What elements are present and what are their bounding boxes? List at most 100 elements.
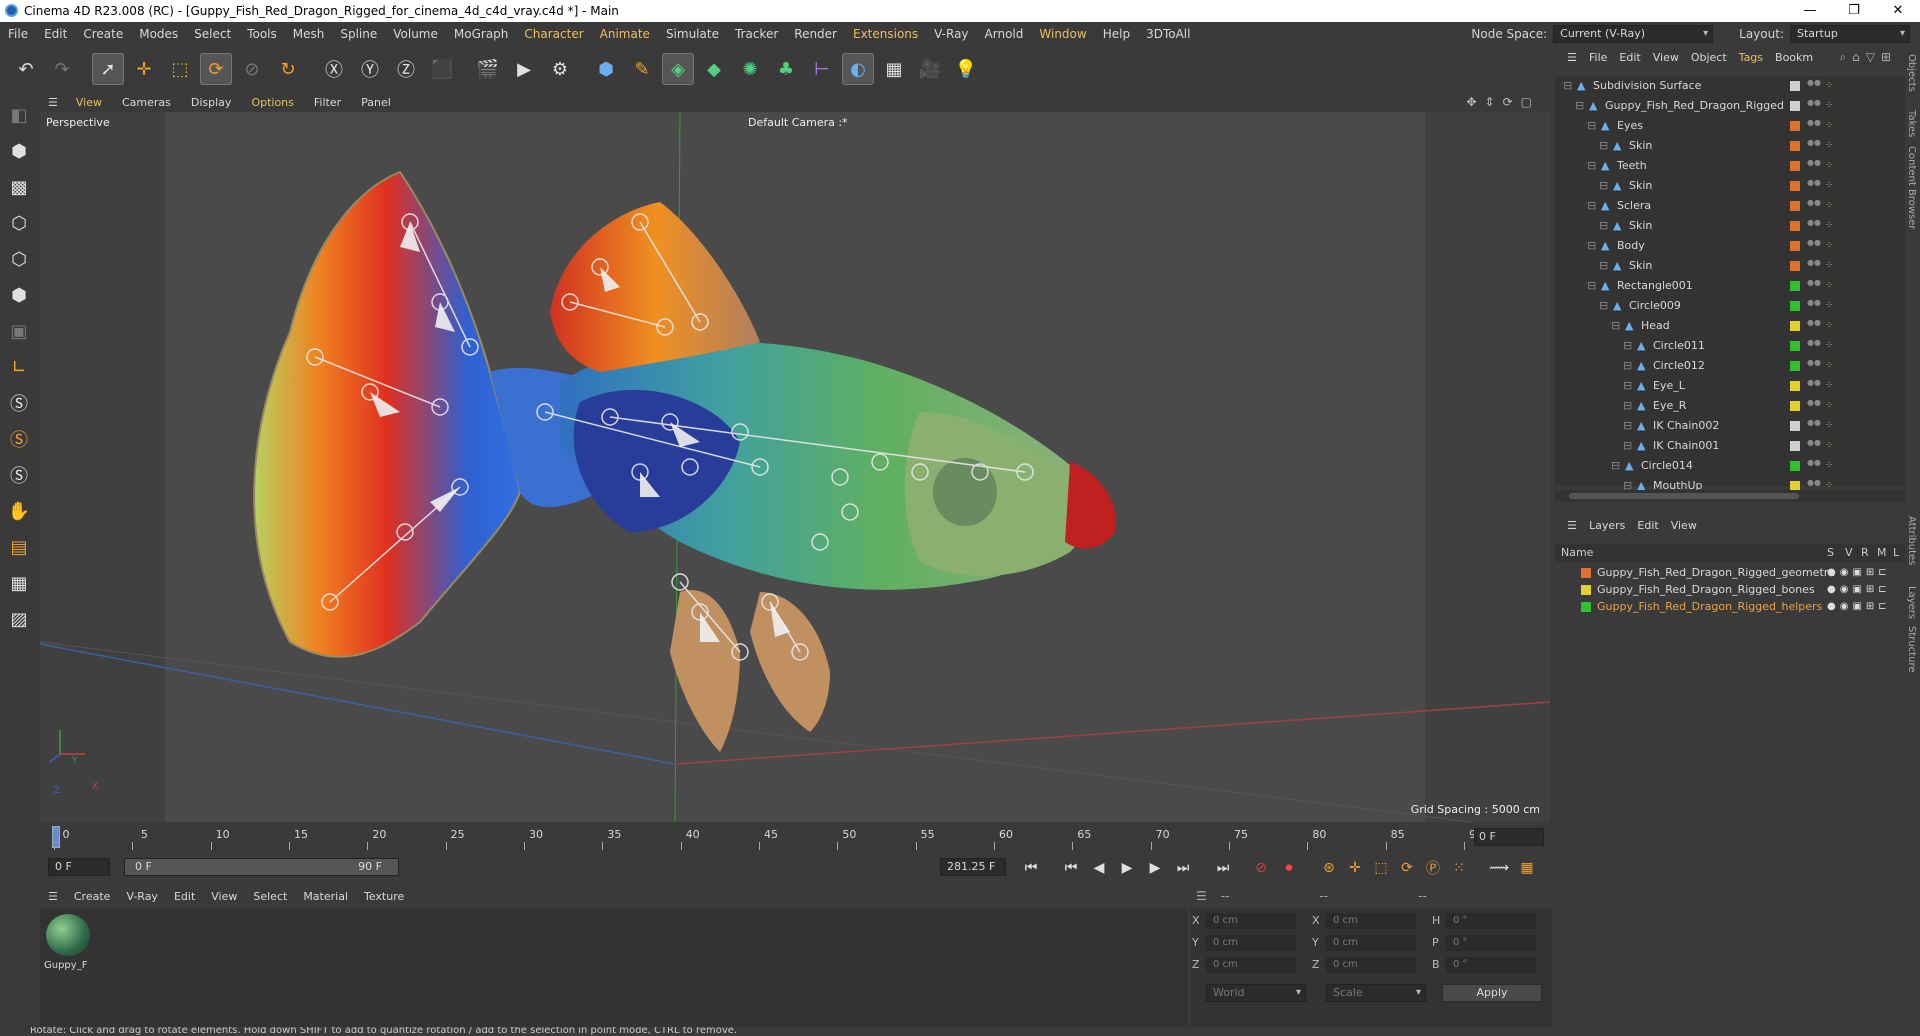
objects-hamburger-icon[interactable]: ☰ (1561, 51, 1583, 64)
tag-icon[interactable]: ⁘ (1825, 220, 1837, 232)
layer-color-swatch[interactable] (1790, 121, 1800, 131)
make-editable-icon[interactable]: ◧ (4, 100, 34, 130)
viewport-menu-cameras[interactable]: Cameras (112, 96, 181, 109)
object-row[interactable]: ⊟ ▲ Circle009 ●● ⁘ (1555, 296, 1905, 316)
menu-vray[interactable]: V-Ray (926, 22, 976, 46)
menu-3dtoall[interactable]: 3DToAll (1138, 22, 1198, 46)
subdivision-icon[interactable]: ◈ (662, 53, 694, 85)
tag-icon[interactable]: ⁘ (1825, 180, 1837, 192)
expand-toggle-icon[interactable]: ⊟ (1599, 300, 1611, 312)
visibility-dots-icon[interactable]: ●● (1807, 399, 1821, 412)
object-row[interactable]: ⊟ ▲ Eye_L ●● ⁘ (1555, 376, 1905, 396)
record-keys-icon[interactable]: ⊘ (1250, 857, 1272, 879)
visibility-dots-icon[interactable]: ●● (1807, 219, 1821, 232)
motion-system-icon[interactable]: ⟿ (1488, 857, 1510, 879)
recent-tool-icon[interactable]: ↻ (272, 53, 304, 85)
menu-tools[interactable]: Tools (239, 22, 285, 46)
extrude-icon[interactable]: ◆ (698, 53, 730, 85)
object-row[interactable]: ⊟ ▲ Subdivision Surface ●● ⁘ (1555, 76, 1905, 96)
pos-z-field[interactable]: 0 cm (1206, 957, 1296, 973)
side-tab-attributes[interactable]: Attributes (1906, 516, 1917, 565)
viewport-menu-filter[interactable]: Filter (304, 96, 351, 109)
tag-icon[interactable]: ⁘ (1825, 400, 1837, 412)
visibility-dots-icon[interactable]: ●● (1807, 319, 1821, 332)
next-frame-icon[interactable]: ▶ (1144, 857, 1166, 879)
layer-color-swatch[interactable] (1790, 241, 1800, 251)
layer-color-swatch[interactable] (1790, 201, 1800, 211)
layer-row[interactable]: Guppy_Fish_Red_Dragon_Rigged_bones ●◉▣⊞⊏ (1555, 581, 1905, 598)
object-row[interactable]: ⊟ ▲ Skin ●● ⁘ (1555, 176, 1905, 196)
object-row[interactable]: ⊟ ▲ Rectangle001 ●● ⁘ (1555, 276, 1905, 296)
expand-toggle-icon[interactable]: ⊟ (1587, 280, 1599, 292)
lock-workplane-icon[interactable]: ▨ (4, 604, 34, 634)
mograph-cloner-icon[interactable]: ✺ (734, 53, 766, 85)
pos-y-field[interactable]: 0 cm (1206, 935, 1296, 951)
tag-icon[interactable]: ⁘ (1825, 340, 1837, 352)
move-select-icon[interactable]: ➚ (92, 53, 124, 85)
layer-color-swatch[interactable] (1790, 161, 1800, 171)
current-frame-field[interactable]: 0 F (1474, 828, 1544, 846)
time-field[interactable]: 281.25 F (940, 858, 1006, 876)
visibility-dots-icon[interactable]: ●● (1807, 119, 1821, 132)
lasso-icon[interactable]: ⊘ (236, 53, 268, 85)
layer-flag-icons[interactable]: ●◉▣⊞⊏ (1827, 598, 1891, 615)
render-settings-icon[interactable]: ⚙ (544, 53, 576, 85)
layer-color-swatch[interactable] (1790, 341, 1800, 351)
layer-color-swatch[interactable] (1790, 441, 1800, 451)
visibility-dots-icon[interactable]: ●● (1807, 259, 1821, 272)
z-axis-lock-icon[interactable]: Ⓩ (390, 53, 422, 85)
viewport-menu-view[interactable]: View (66, 96, 112, 109)
frame-range-slider[interactable]: 0 F 90 F (124, 858, 399, 876)
expand-toggle-icon[interactable]: ⊟ (1623, 360, 1635, 372)
maximize-button[interactable]: ❐ (1832, 0, 1876, 22)
object-row[interactable]: ⊟ ▲ Eye_R ●● ⁘ (1555, 396, 1905, 416)
expand-toggle-icon[interactable]: ⊟ (1623, 440, 1635, 452)
object-tree[interactable]: ⊟ ▲ Subdivision Surface ●● ⁘ ⊟ ▲ Guppy_Fish_Red… (1555, 76, 1905, 492)
layer-color-swatch[interactable] (1790, 81, 1800, 91)
expand-toggle-icon[interactable]: ⊟ (1611, 460, 1623, 472)
tag-icon[interactable]: ⁘ (1825, 100, 1837, 112)
position-key-icon[interactable]: ✛ (1344, 857, 1366, 879)
tag-icon[interactable]: ⁘ (1825, 260, 1837, 272)
layer-color-swatch[interactable] (1790, 181, 1800, 191)
object-row[interactable]: ⊟ ▲ Sclera ●● ⁘ (1555, 196, 1905, 216)
camera-icon[interactable]: 🎥 (914, 53, 946, 85)
uv-mode-icon[interactable]: ▣ (4, 316, 34, 346)
object-row[interactable]: ⊟ ▲ Skin ●● ⁘ (1555, 216, 1905, 236)
minimize-button[interactable]: — (1788, 0, 1832, 22)
model-mode-icon[interactable]: ⬢ (4, 136, 34, 166)
texture-mode-icon[interactable]: ▩ (4, 172, 34, 202)
floor-icon[interactable]: ▦ (878, 53, 910, 85)
expand-toggle-icon[interactable]: ⊟ (1623, 420, 1635, 432)
goto-end-icon[interactable]: ⏭ (1212, 857, 1234, 879)
rot-b-field[interactable]: 0 ° (1446, 957, 1536, 973)
sketch-icon[interactable]: ◐ (842, 53, 874, 85)
object-row[interactable]: ⊟ ▲ Circle012 ●● ⁘ (1555, 356, 1905, 376)
tag-icon[interactable]: ⁘ (1825, 320, 1837, 332)
layer-color-swatch[interactable] (1790, 321, 1800, 331)
expand-toggle-icon[interactable]: ⊟ (1587, 240, 1599, 252)
scene-icon[interactable]: ⊢ (806, 53, 838, 85)
goto-start-icon[interactable]: ⏮ (1020, 857, 1042, 879)
object-row[interactable]: ⊟ ▲ Head ●● ⁘ (1555, 316, 1905, 336)
layer-color-swatch[interactable] (1790, 301, 1800, 311)
timeline-window-icon[interactable]: ▦ (1516, 857, 1538, 879)
visibility-dots-icon[interactable]: ●● (1807, 459, 1821, 472)
object-row[interactable]: ⊟ ▲ IK Chain001 ●● ⁘ (1555, 436, 1905, 456)
side-tab-takes[interactable]: Takes (1906, 110, 1917, 137)
objects-menu-edit[interactable]: Edit (1613, 51, 1646, 64)
expand-toggle-icon[interactable]: ⊟ (1623, 400, 1635, 412)
workplane-icon[interactable]: ∟ (4, 352, 34, 382)
menu-help[interactable]: Help (1095, 22, 1138, 46)
material-menu-select[interactable]: Select (245, 890, 295, 903)
objects-menu-file[interactable]: File (1583, 51, 1613, 64)
menu-mesh[interactable]: Mesh (285, 22, 333, 46)
menu-spline[interactable]: Spline (332, 22, 385, 46)
apply-button[interactable]: Apply (1442, 984, 1542, 1002)
expand-toggle-icon[interactable]: ⊟ (1599, 220, 1611, 232)
scale-mode-dropdown[interactable]: Scale (1326, 984, 1426, 1002)
object-row[interactable]: ⊟ ▲ Circle014 ●● ⁘ (1555, 456, 1905, 476)
layer-color-swatch[interactable] (1581, 585, 1591, 595)
visibility-dots-icon[interactable]: ●● (1807, 379, 1821, 392)
layer-color-swatch[interactable] (1790, 101, 1800, 111)
